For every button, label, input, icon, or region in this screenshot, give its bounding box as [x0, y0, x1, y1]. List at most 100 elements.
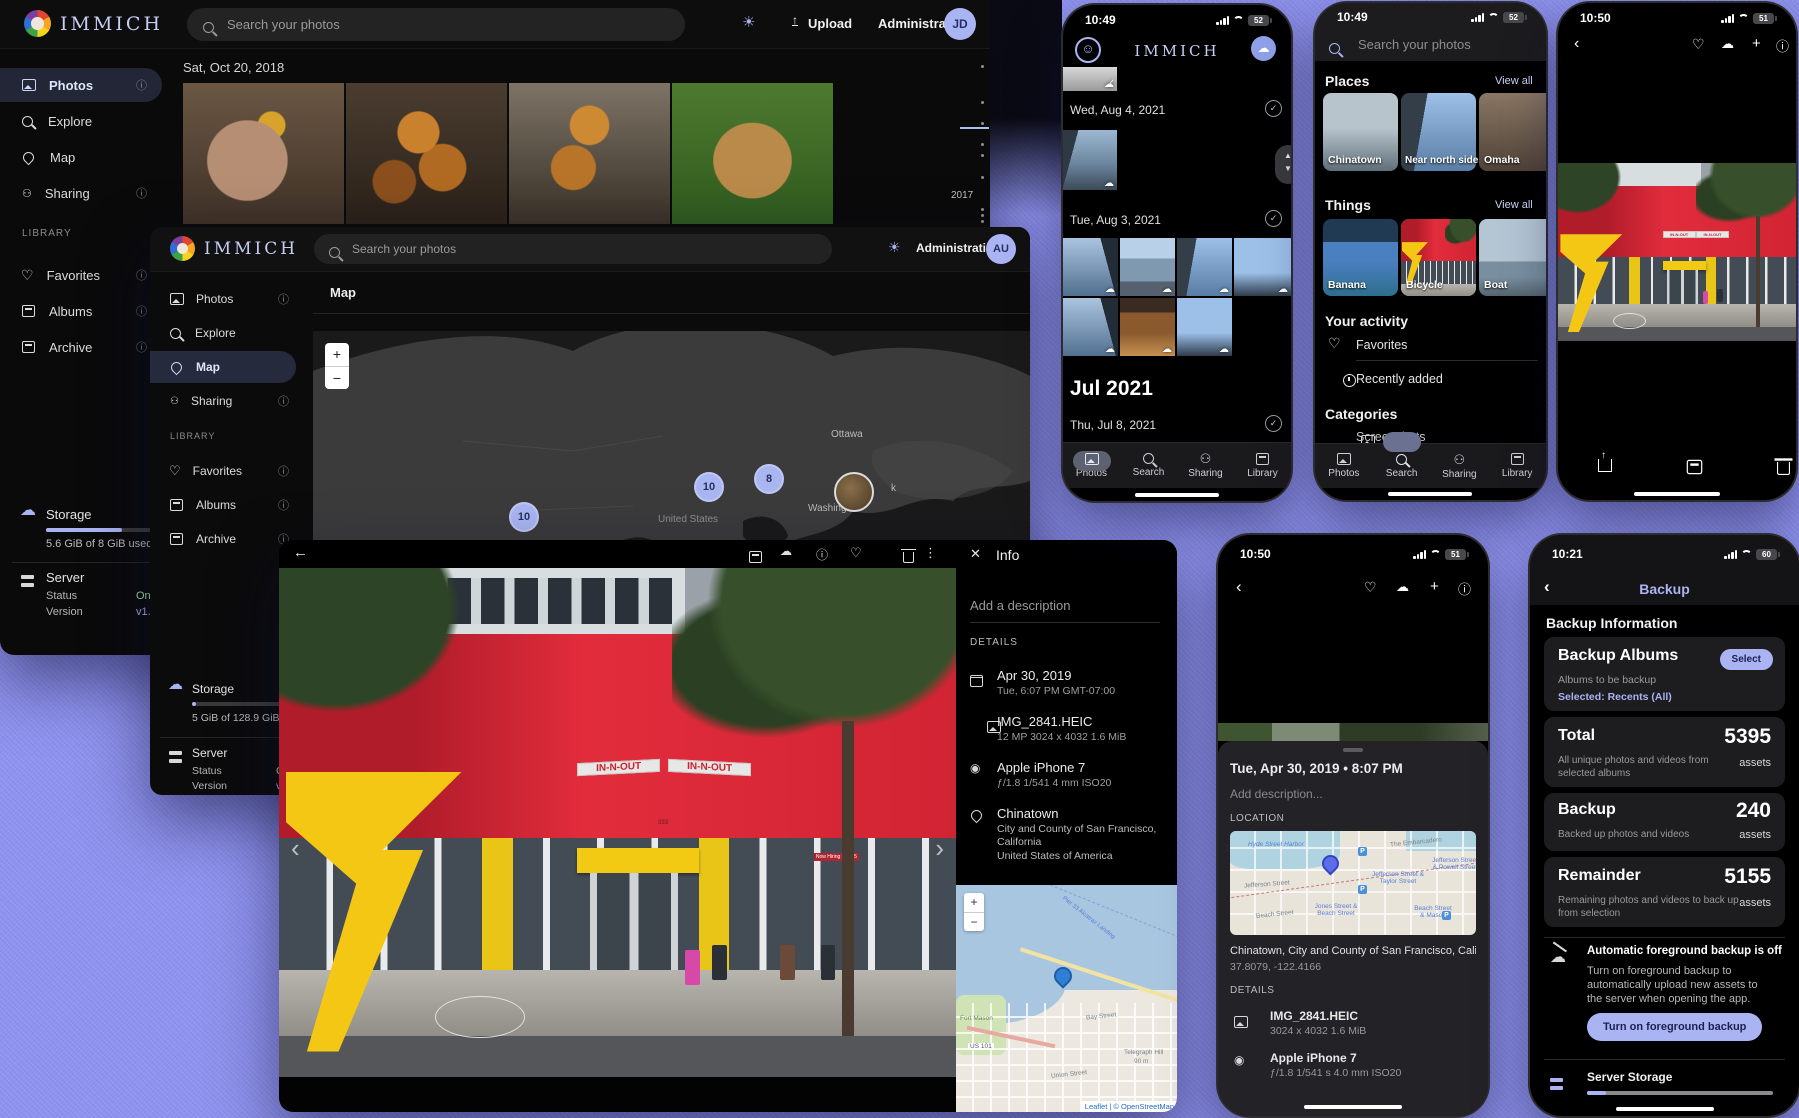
- location-map[interactable]: Hyde Street Harbor The Embarcadero Jeffe…: [1230, 831, 1476, 935]
- photo-thumbnail[interactable]: ☁: [1063, 130, 1117, 190]
- upload-button[interactable]: Upload: [808, 16, 852, 31]
- photo-viewer-image[interactable]: IN-N-OUT IN-N-OUT: [1558, 163, 1796, 341]
- info-icon[interactable]: ⓘ: [136, 77, 147, 93]
- trash-icon[interactable]: [1777, 462, 1790, 475]
- map-cluster-marker[interactable]: 10: [509, 502, 539, 532]
- location-map[interactable]: Pier 33 Alcatraz Landing Fort Mason US 1…: [956, 885, 1177, 1112]
- sidebar-item-albums[interactable]: Albums ⓘ: [0, 294, 162, 328]
- info-icon[interactable]: ⓘ: [816, 546, 828, 563]
- sidebar-item-favorites[interactable]: ♡ Favorites ⓘ: [150, 455, 300, 487]
- photo-thumbnail-partial[interactable]: ☁̸: [1063, 67, 1117, 91]
- thing-card-banana[interactable]: Banana: [1323, 219, 1398, 296]
- photo-thumbnail[interactable]: [672, 83, 833, 224]
- search-input[interactable]: Search your photos: [314, 234, 832, 264]
- map-photo-marker[interactable]: [834, 472, 874, 512]
- more-options-icon[interactable]: ⋮: [924, 545, 937, 561]
- prev-photo-chevron[interactable]: ‹: [291, 833, 300, 864]
- photo-thumbnail[interactable]: [509, 83, 670, 224]
- map-attribution[interactable]: Leaflet | © OpenStreetMap: [1082, 1101, 1177, 1112]
- photo-thumbnail[interactable]: ☁: [1234, 238, 1291, 296]
- nav-library[interactable]: Library: [1235, 453, 1291, 479]
- zoom-in-button[interactable]: +: [325, 343, 349, 367]
- add-icon[interactable]: +: [1430, 578, 1439, 595]
- info-icon[interactable]: ⓘ: [278, 393, 289, 409]
- archive-icon[interactable]: [1687, 460, 1703, 474]
- sidebar-item-explore[interactable]: Explore: [150, 317, 300, 349]
- avatar[interactable]: AU: [986, 234, 1016, 264]
- nav-search[interactable]: Search: [1121, 453, 1177, 478]
- description-input[interactable]: Add a description: [970, 598, 1070, 613]
- info-icon[interactable]: ⓘ: [136, 303, 147, 319]
- info-icon[interactable]: ⓘ: [1458, 579, 1471, 598]
- cloud-upload-icon[interactable]: ☁: [1396, 579, 1409, 595]
- sidebar-item-favorites[interactable]: ♡ Favorites ⓘ: [0, 258, 162, 292]
- sidebar-item-albums[interactable]: Albums ⓘ: [150, 489, 300, 521]
- photo-thumbnail[interactable]: ☁: [1177, 298, 1232, 356]
- photo-thumbnail[interactable]: [183, 83, 344, 224]
- sidebar-item-archive[interactable]: Archive ⓘ: [150, 523, 300, 555]
- info-icon[interactable]: ⓘ: [1776, 36, 1789, 55]
- turn-on-backup-button[interactable]: Turn on foreground backup: [1587, 1013, 1762, 1041]
- immich-logo-icon[interactable]: [170, 236, 195, 261]
- cloud-upload-icon[interactable]: ☁: [1721, 36, 1734, 52]
- place-card-near-north-side[interactable]: Near north side: [1401, 93, 1476, 171]
- timeline-scrubber-handle[interactable]: ▲▼: [1275, 145, 1291, 184]
- theme-toggle-icon[interactable]: ☀: [742, 13, 755, 31]
- info-icon[interactable]: ⓘ: [136, 267, 147, 283]
- back-icon[interactable]: ‹: [1574, 35, 1579, 53]
- nav-photos[interactable]: Photos: [1316, 453, 1372, 479]
- map-cluster-marker[interactable]: 10: [694, 472, 724, 502]
- info-icon[interactable]: ⓘ: [136, 185, 147, 201]
- nav-sharing[interactable]: ⚇ Sharing: [1431, 453, 1487, 480]
- photo-thumbnail[interactable]: ☁: [1063, 298, 1118, 356]
- sidebar-item-map[interactable]: Map: [150, 351, 296, 383]
- favorite-icon[interactable]: ♡: [1692, 36, 1705, 53]
- places-view-all-link[interactable]: View all: [1495, 75, 1533, 87]
- photo-thumbnail[interactable]: ☁: [1063, 238, 1118, 296]
- photo-thumbnail[interactable]: ☁: [1120, 298, 1175, 356]
- place-card-chinatown[interactable]: Chinatown: [1323, 93, 1398, 171]
- back-icon[interactable]: ←: [293, 544, 308, 561]
- scrubber-position-line[interactable]: [960, 127, 989, 129]
- archive-icon[interactable]: [749, 551, 762, 563]
- photo-edge-strip[interactable]: [1218, 723, 1488, 741]
- sidebar-item-photos[interactable]: Photos ⓘ: [0, 68, 162, 102]
- zoom-out-button[interactable]: −: [964, 913, 984, 931]
- sidebar-item-sharing[interactable]: ⚇ Sharing ⓘ: [150, 385, 300, 417]
- close-icon[interactable]: ✕: [970, 546, 981, 562]
- avatar[interactable]: JD: [944, 8, 976, 40]
- select-day-checkbox[interactable]: ✓: [1265, 210, 1282, 227]
- search-input[interactable]: Search your photos: [187, 8, 685, 41]
- info-icon[interactable]: ⓘ: [278, 463, 289, 479]
- photo-thumbnail[interactable]: ☁: [1177, 238, 1232, 296]
- next-photo-chevron[interactable]: ›: [935, 833, 944, 864]
- select-button[interactable]: Select: [1720, 649, 1773, 670]
- sidebar-item-photos[interactable]: Photos ⓘ: [150, 283, 300, 315]
- back-icon[interactable]: ‹: [1236, 577, 1242, 597]
- sidebar-item-map[interactable]: Map: [0, 140, 162, 174]
- description-input[interactable]: Add description...: [1230, 787, 1323, 801]
- sheet-drag-handle[interactable]: [1343, 748, 1363, 752]
- photo-thumbnail[interactable]: [346, 83, 507, 224]
- zoom-in-button[interactable]: +: [964, 893, 984, 913]
- nav-photos[interactable]: Photos: [1064, 453, 1120, 479]
- nav-sharing[interactable]: ⚇ Sharing: [1178, 452, 1234, 479]
- thing-card-boat[interactable]: Boat: [1479, 219, 1546, 296]
- info-icon[interactable]: ⓘ: [278, 291, 289, 307]
- share-icon[interactable]: [1598, 459, 1612, 472]
- sidebar-item-sharing[interactable]: ⚇ Sharing ⓘ: [0, 176, 162, 210]
- map-cluster-marker[interactable]: 8: [754, 464, 784, 494]
- sidebar-item-explore[interactable]: Explore: [0, 104, 162, 138]
- cloud-backed-up-icon[interactable]: ☁: [780, 544, 792, 558]
- select-day-checkbox[interactable]: ✓: [1265, 100, 1282, 117]
- favorite-icon[interactable]: ♡: [850, 545, 862, 561]
- photo-thumbnail[interactable]: ☁: [1120, 238, 1175, 296]
- info-icon[interactable]: ⓘ: [136, 339, 147, 355]
- favorites-row[interactable]: Favorites: [1356, 338, 1407, 352]
- theme-toggle-icon[interactable]: ☀: [888, 239, 901, 256]
- sidebar-item-archive[interactable]: Archive ⓘ: [0, 330, 162, 364]
- info-icon[interactable]: ⓘ: [278, 497, 289, 513]
- things-view-all-link[interactable]: View all: [1495, 199, 1533, 211]
- recently-added-row[interactable]: Recently added: [1356, 372, 1443, 386]
- nav-library[interactable]: Library: [1489, 453, 1545, 479]
